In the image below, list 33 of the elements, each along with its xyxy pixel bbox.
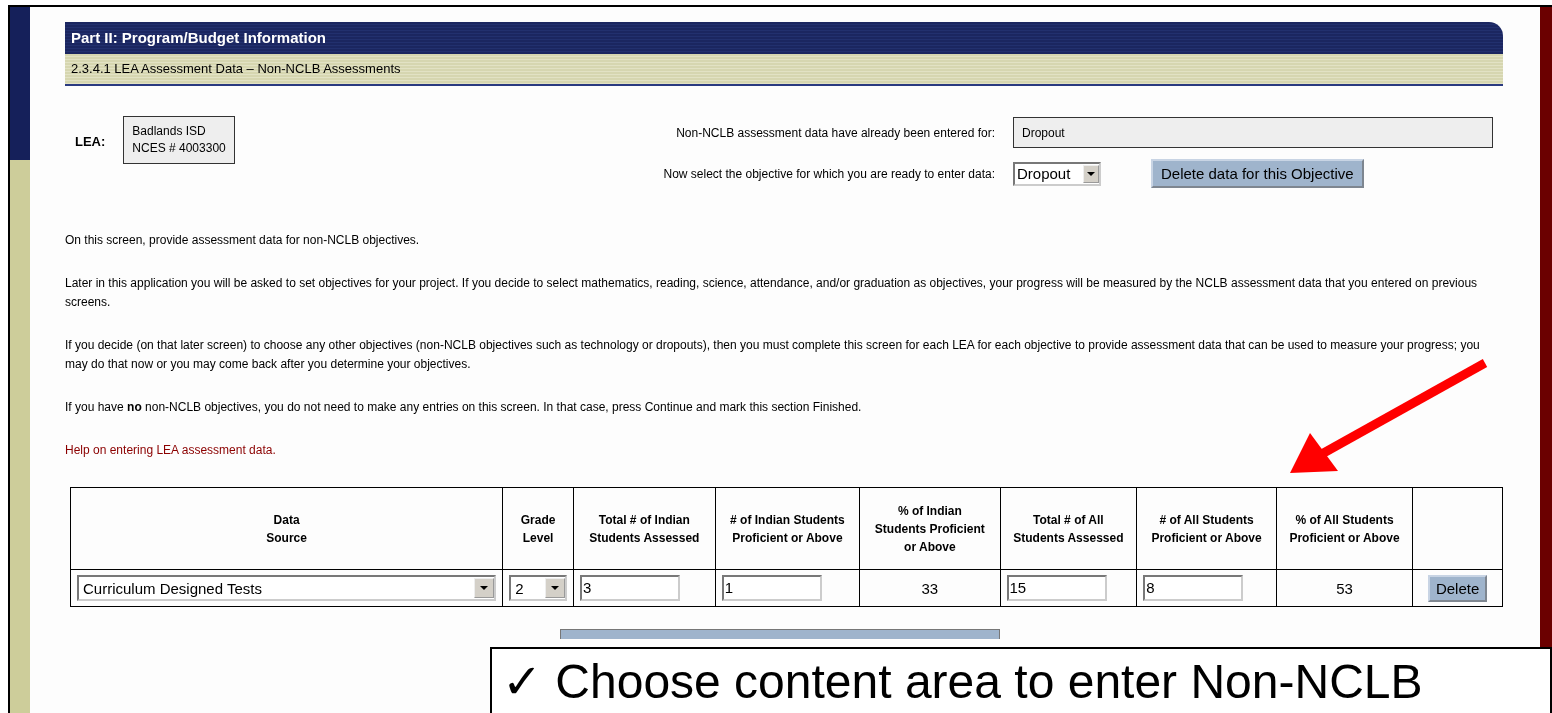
lea-label: LEA: xyxy=(75,134,106,149)
instruction-text: On this screen, provide assessment data for non-NCLB objectives. xyxy=(65,232,421,249)
table-cell: 53 xyxy=(1336,579,1353,597)
dropdown-field[interactable]: Curriculum Designed Tests xyxy=(77,575,497,601)
callout-text: ✓ Choose content area to enter Non-NCLB xyxy=(490,647,1552,713)
column-header: # of All Students Proficient or Above xyxy=(1150,511,1263,547)
column-header: Grade Level xyxy=(519,511,557,547)
column-header: % of Indian Students Proficient or Above xyxy=(873,502,986,556)
instruction-text: If you decide (on that later screen) to choose any other objectives (non-NCLB objectives such as technology or dropouts), then you must complete this screen for each LEA for each objective to provide assessment data that can be used to measure your progress; you may do that now or you may come back after you determine your objectives. xyxy=(65,337,1481,373)
objective-label: Now select the objective for which you are ready to enter data: xyxy=(662,166,996,181)
delete-button[interactable]: Delete xyxy=(1427,574,1488,602)
section-header: Part II: Program/Budget Information xyxy=(65,22,1503,54)
column-header: Data Source xyxy=(265,511,308,547)
table-cell: 33 xyxy=(921,579,939,597)
lea-info-box: Badlands ISD NCES # 4003300 xyxy=(123,116,235,164)
column-header: # of Indian Students Proficient or Above xyxy=(729,511,846,547)
column-header: Total # of All Students Assessed xyxy=(1012,511,1125,547)
number-field[interactable]: 3 xyxy=(580,575,680,601)
objective-select[interactable]: Dropout xyxy=(1013,161,1101,186)
dropdown-field[interactable]: 2 xyxy=(509,575,567,601)
number-field[interactable]: 8 xyxy=(1143,575,1244,601)
instruction-text: Later in this application you will be asked to set objectives for your project. If you decide to select mathematics, reading, science, attendance, and/or graduation as objectives, your progress will be measured by the NCLB assessment data that you entered on previous screens. xyxy=(65,275,1479,311)
instruction-text: If you have no non-NCLB objectives, you do not need to make any entries on this screen. In that case, press Continue and mark this section Finished. xyxy=(65,399,863,416)
column-header: % of All Students Proficient or Above xyxy=(1288,511,1401,547)
delete-objective-button[interactable]: Delete data for this Objective xyxy=(1151,159,1364,188)
partly-hidden-button[interactable] xyxy=(560,629,1000,639)
section-subheader: 2.3.4.1 LEA Assessment Data – Non-NCLB Assessments xyxy=(65,54,1503,86)
column-header: Total # of Indian Students Assessed xyxy=(588,511,701,547)
entered-field: Dropout xyxy=(1013,117,1493,148)
help-link[interactable]: Help on entering LEA assessment data. xyxy=(65,443,276,457)
number-field[interactable]: 15 xyxy=(1006,575,1107,601)
number-field[interactable]: 1 xyxy=(721,575,822,601)
entered-label: Non-NCLB assessment data have already been entered for: xyxy=(675,125,996,140)
